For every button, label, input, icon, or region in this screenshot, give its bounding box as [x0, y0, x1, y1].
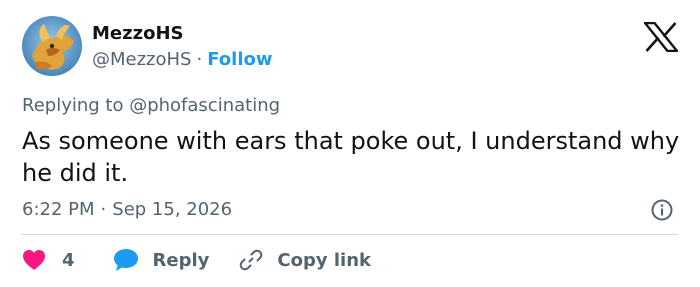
tweet-timestamp[interactable]: 6:22 PM · Sep 15, 2026 [22, 198, 232, 222]
copy-link-label: Copy link [277, 249, 371, 271]
action-bar: 4 Reply Copy link [22, 246, 371, 274]
replying-to-mention[interactable]: @phofascinating [129, 95, 280, 116]
handle-separator: · [196, 49, 203, 70]
like-button[interactable]: 4 [22, 249, 75, 271]
link-icon [240, 249, 263, 271]
x-logo-icon[interactable] [644, 22, 678, 52]
speech-bubble-icon [113, 249, 138, 271]
author-handle-row: @MezzoHS · Follow [92, 48, 273, 72]
replying-to: Replying to @phofascinating [22, 94, 280, 118]
reply-label: Reply [152, 249, 210, 271]
avatar[interactable] [22, 16, 82, 76]
tweet-time: 6:22 PM [22, 199, 95, 220]
tweet-card: MezzoHS @MezzoHS · Follow Replying to @pho… [0, 0, 700, 287]
divider [22, 234, 678, 235]
follow-button[interactable]: Follow [207, 49, 272, 70]
tweet-date: Sep 15, 2026 [112, 199, 233, 220]
author-handle[interactable]: @MezzoHS [92, 49, 191, 70]
author-display-name[interactable]: MezzoHS [92, 22, 183, 46]
copy-link-button[interactable]: Copy link [239, 248, 371, 272]
info-icon[interactable] [651, 199, 673, 221]
avatar-image [22, 16, 82, 76]
timestamp-separator: · [100, 199, 107, 220]
reply-button[interactable]: Reply [113, 248, 210, 272]
like-count: 4 [62, 249, 75, 271]
heart-icon [23, 250, 45, 270]
tweet-text: As someone with ears that poke out, I un… [22, 127, 680, 187]
replying-to-prefix: Replying to [22, 95, 130, 116]
